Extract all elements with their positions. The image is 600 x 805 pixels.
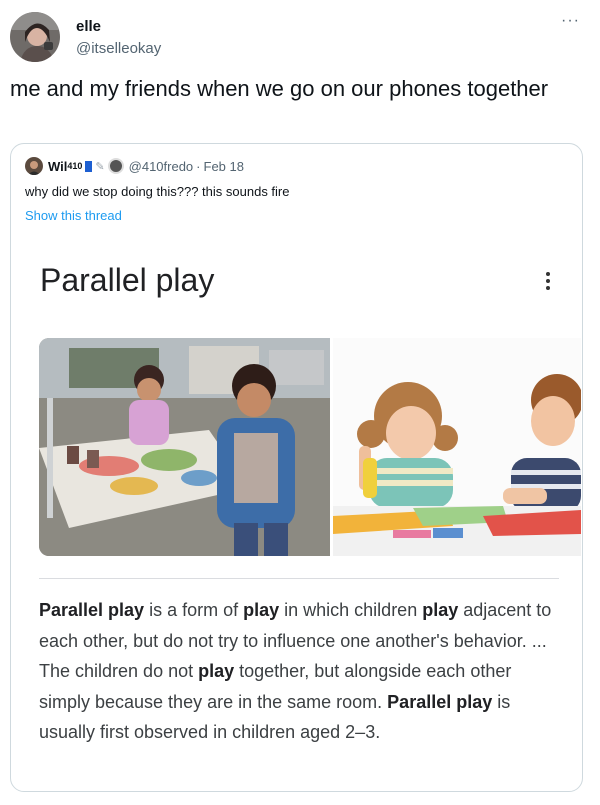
desc-bold-7: play [198, 661, 235, 681]
avatar-image [10, 12, 60, 62]
card-title: Parallel play [40, 262, 215, 298]
blue-square-icon [85, 160, 93, 172]
quote-avatar-image [25, 157, 43, 175]
desc-bold-9: Parallel play [387, 691, 493, 712]
quote-meta: Wil 410 ✎ @410fredo · Feb 18 [25, 157, 244, 175]
painting-children-photo[interactable] [39, 338, 330, 556]
more-icon[interactable]: ··· [561, 12, 580, 30]
author-info: elle @itselleokay [76, 18, 161, 57]
quote-separator: · [196, 158, 201, 174]
vertical-dots-icon[interactable] [545, 272, 551, 293]
quote-author-name[interactable]: Wil [48, 159, 67, 174]
quote-avatar [25, 157, 43, 175]
pencil-icon: ✎ [95, 160, 105, 173]
author-name[interactable]: elle [76, 18, 161, 35]
desc-text-2: is a form of [144, 600, 244, 620]
knowledge-card: Parallel play Parallel play is a form of… [24, 239, 581, 789]
card-description: Parallel play is a form of play in which… [39, 595, 559, 748]
quote-author-name-suffix: 410 [67, 161, 83, 171]
tweet-header: elle @itselleokay ··· [10, 8, 590, 64]
gluing-children-image [333, 338, 581, 556]
quote-author-handle[interactable]: @410fredo [129, 159, 194, 174]
desc-bold-1: Parallel play [39, 600, 145, 620]
quoted-tweet[interactable]: Wil 410 ✎ @410fredo · Feb 18 why did we s… [10, 143, 583, 792]
bust-icon [107, 158, 124, 174]
desc-bold-3: play [243, 600, 280, 620]
author-handle[interactable]: @itselleokay [76, 40, 161, 57]
tweet-text: me and my friends when we go on our phon… [10, 76, 549, 101]
divider [39, 578, 559, 579]
painting-children-image [39, 338, 330, 556]
desc-bold-5: play [422, 600, 459, 620]
quote-date[interactable]: Feb 18 [204, 159, 244, 174]
quote-text: why did we stop doing this??? this sound… [25, 184, 290, 199]
desc-text-4: in which children [279, 600, 423, 620]
gluing-children-photo[interactable] [333, 338, 581, 556]
avatar[interactable] [10, 12, 60, 62]
show-thread-link[interactable]: Show this thread [25, 208, 122, 223]
